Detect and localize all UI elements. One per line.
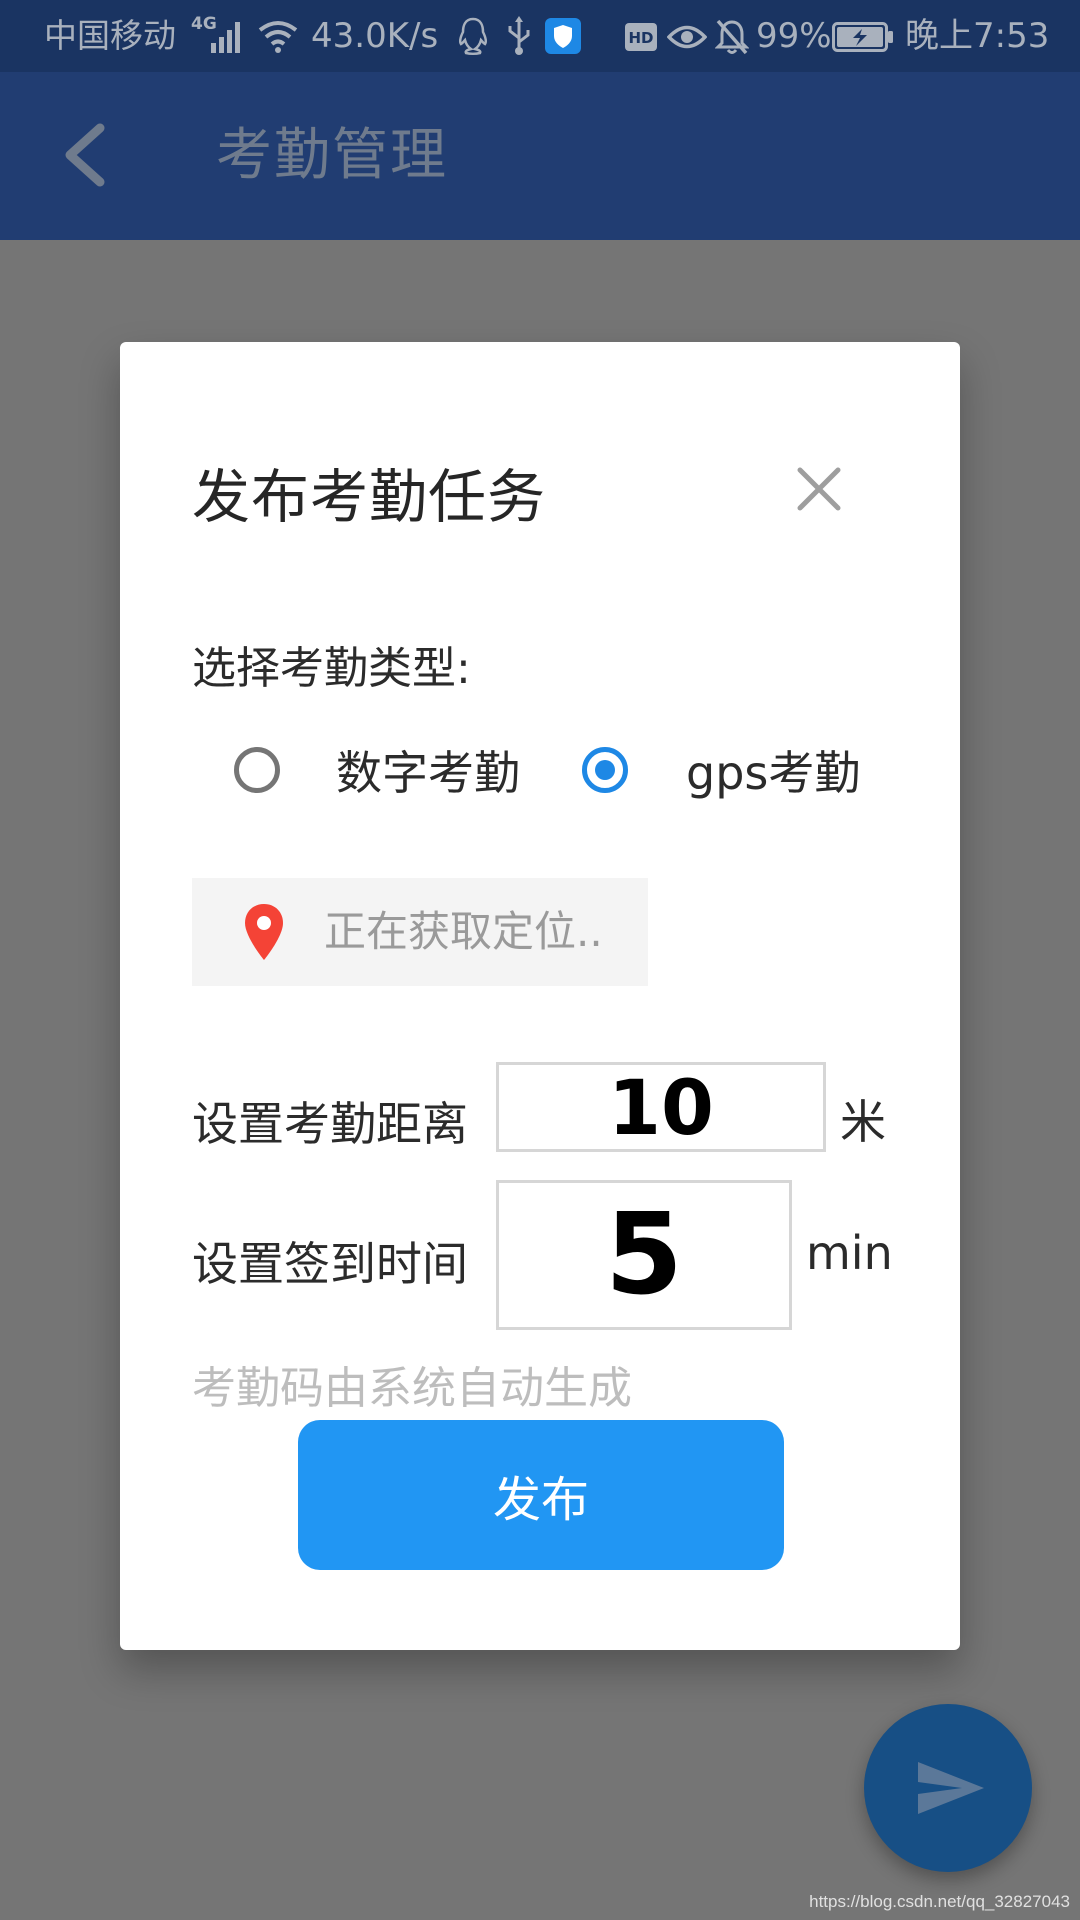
wifi-icon [258, 21, 298, 53]
qq-icon [458, 17, 488, 55]
app-bar: 考勤管理 [0, 72, 1080, 240]
attendance-type-label: 选择考勤类型: [192, 643, 471, 694]
distance-input[interactable] [496, 1062, 826, 1152]
checkin-time-label: 设置签到时间 [192, 1237, 468, 1291]
battery-percent: 99% [756, 16, 832, 56]
status-time: 晚上7:53 [905, 16, 1050, 56]
distance-label: 设置考勤距离 [192, 1097, 468, 1151]
battery-charging-icon [832, 22, 893, 52]
checkin-time-unit: min [806, 1226, 893, 1280]
distance-unit: 米 [840, 1095, 886, 1149]
radio-button-unchecked[interactable] [234, 747, 280, 793]
radio-button-checked[interactable] [582, 747, 628, 793]
back-arrow-icon[interactable] [58, 122, 114, 188]
shield-icon [545, 18, 581, 54]
page-title: 考勤管理 [216, 123, 448, 188]
radio-label-gps: gps考勤 [686, 746, 861, 800]
send-icon [918, 1762, 984, 1814]
carrier-name: 中国移动 [44, 16, 176, 55]
location-status[interactable]: 正在获取定位.. [192, 878, 648, 986]
radio-label-digital: 数字考勤 [336, 746, 520, 800]
close-icon[interactable] [790, 460, 848, 518]
watermark: https://blog.csdn.net/qq_32827043 [809, 1892, 1070, 1911]
usb-icon [508, 16, 530, 55]
auto-code-hint: 考勤码由系统自动生成 [192, 1363, 632, 1414]
checkin-time-input[interactable] [496, 1180, 792, 1330]
publish-button[interactable]: 发布 [298, 1420, 784, 1570]
bell-off-icon [715, 19, 749, 55]
radio-option-digital[interactable]: 数字考勤 [234, 740, 520, 800]
net-speed: 43.0K/s [311, 16, 439, 56]
hd-icon: HD [625, 23, 657, 51]
map-pin-icon [245, 904, 283, 960]
signal-icon [211, 22, 240, 53]
svg-text:HD: HD [628, 29, 653, 47]
status-bar: 中国移动 4G 43.0K/s HD 99% 晚上7:53 [0, 0, 1080, 72]
eye-icon [667, 25, 707, 49]
send-fab[interactable] [864, 1704, 1032, 1872]
location-status-text: 正在获取定位.. [324, 907, 603, 956]
radio-option-gps[interactable]: gps考勤 [582, 740, 860, 800]
dialog-title: 发布考勤任务 [192, 463, 547, 531]
publish-attendance-dialog: 发布考勤任务 选择考勤类型: 数字考勤 gps考勤 正在获取定位.. 设置考勤距… [120, 342, 960, 1650]
